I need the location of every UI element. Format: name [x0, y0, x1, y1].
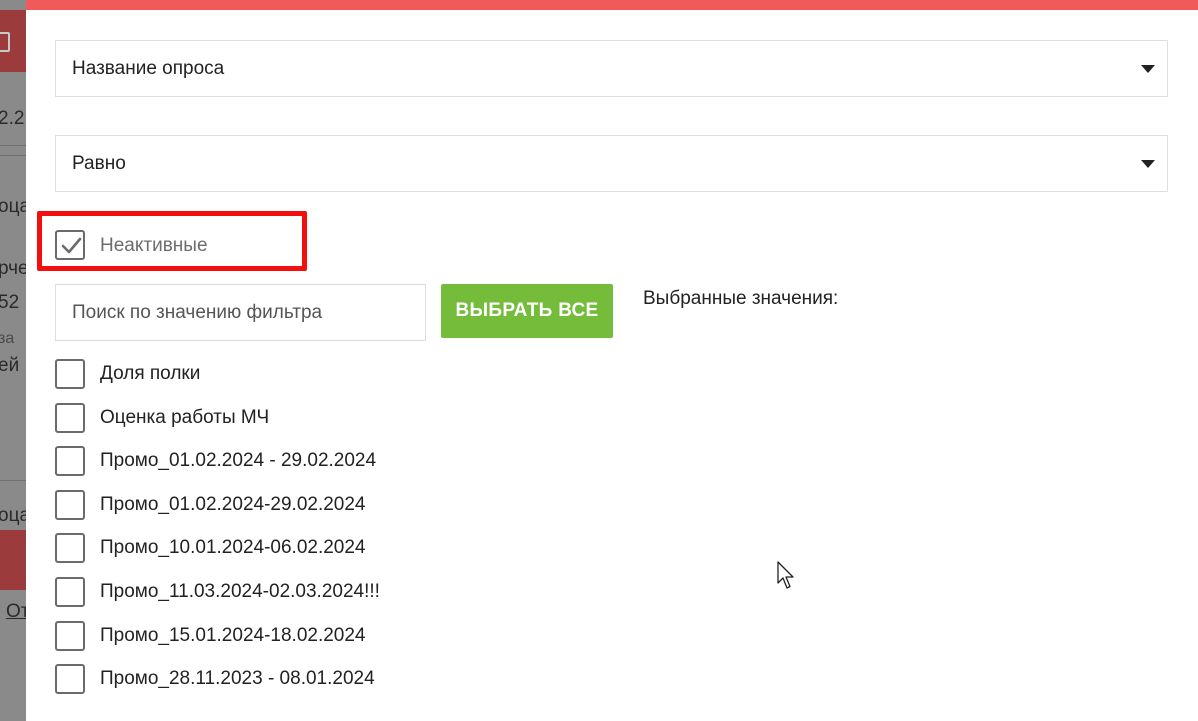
operator-select-value: Равно: [72, 153, 126, 174]
filter-option-checkbox[interactable]: [55, 577, 85, 607]
background-text-fragment: От: [6, 601, 26, 622]
filter-option-label: Промо_11.03.2024-02.03.2024!!!: [100, 581, 380, 602]
filter-option-label: Промо_10.01.2024-06.02.2024: [100, 537, 366, 558]
background-divider: [0, 145, 26, 146]
background-delete-button: [0, 10, 26, 72]
filter-option-label: Промо_01.02.2024 - 29.02.2024: [100, 450, 377, 471]
checkmark-icon: [61, 237, 82, 254]
mouse-cursor-icon: [777, 561, 794, 589]
background-divider: [0, 480, 26, 481]
filter-option-checkbox[interactable]: [55, 490, 85, 520]
background-text-fragment: рче: [0, 258, 26, 279]
modal-accent-bar: [26, 0, 1198, 10]
background-text-fragment: 52: [0, 292, 20, 313]
filter-option-item[interactable]: Промо_15.01.2024-18.02.2024: [55, 621, 475, 653]
field-select[interactable]: Название опроса: [55, 40, 1168, 97]
filter-option-label: Промо_01.02.2024-29.02.2024: [100, 494, 366, 515]
select-all-button[interactable]: ВЫБРАТЬ ВСЕ: [441, 284, 613, 338]
background-page: 2.2 оца рче 52 за ей оца От: [0, 0, 26, 721]
inactive-label: Неактивные: [100, 235, 208, 256]
filter-option-checkbox[interactable]: [55, 664, 85, 694]
background-text-fragment: оца: [0, 196, 26, 217]
background-text-fragment: ей: [0, 355, 20, 376]
filter-option-checkbox[interactable]: [55, 621, 85, 651]
filter-option-checkbox[interactable]: [55, 359, 85, 389]
background-text-fragment: за: [0, 330, 15, 347]
filter-option-checkbox[interactable]: [55, 446, 85, 476]
filter-option-item[interactable]: Доля полки: [55, 359, 475, 391]
filter-option-item[interactable]: Промо_01.02.2024-29.02.2024: [55, 490, 475, 522]
filter-search-input[interactable]: [55, 284, 426, 341]
filter-option-item[interactable]: Промо_11.03.2024-02.03.2024!!!: [55, 577, 475, 609]
filter-option-label: Промо_28.11.2023 - 08.01.2024: [100, 668, 375, 689]
filter-option-label: Промо_15.01.2024-18.02.2024: [100, 625, 366, 646]
filter-option-item[interactable]: Промо_10.01.2024-06.02.2024: [55, 533, 475, 565]
filter-modal: Название опроса Равно Неактивные ВЫБРАТЬ…: [26, 0, 1198, 721]
filter-option-item[interactable]: Оценка работы МЧ: [55, 403, 475, 435]
background-red-button: [0, 530, 26, 590]
background-text-fragment: оца: [0, 505, 26, 526]
field-select-value: Название опроса: [72, 58, 225, 79]
filter-option-item[interactable]: Промо_28.11.2023 - 08.01.2024: [55, 664, 475, 696]
background-divider: [0, 155, 26, 156]
inactive-checkbox[interactable]: [55, 230, 85, 260]
filter-option-label: Оценка работы МЧ: [100, 407, 270, 428]
trash-icon: [0, 32, 10, 52]
filter-option-checkbox[interactable]: [55, 533, 85, 563]
chevron-down-icon: [1141, 160, 1155, 168]
chevron-down-icon: [1141, 65, 1155, 73]
filter-option-item[interactable]: Промо_01.02.2024 - 29.02.2024: [55, 446, 475, 478]
operator-select[interactable]: Равно: [55, 135, 1168, 192]
selected-values-caption: Выбранные значения:: [643, 288, 839, 309]
background-text-fragment: 2.2: [0, 108, 25, 129]
filter-option-checkbox[interactable]: [55, 403, 85, 433]
filter-option-label: Доля полки: [100, 363, 201, 384]
